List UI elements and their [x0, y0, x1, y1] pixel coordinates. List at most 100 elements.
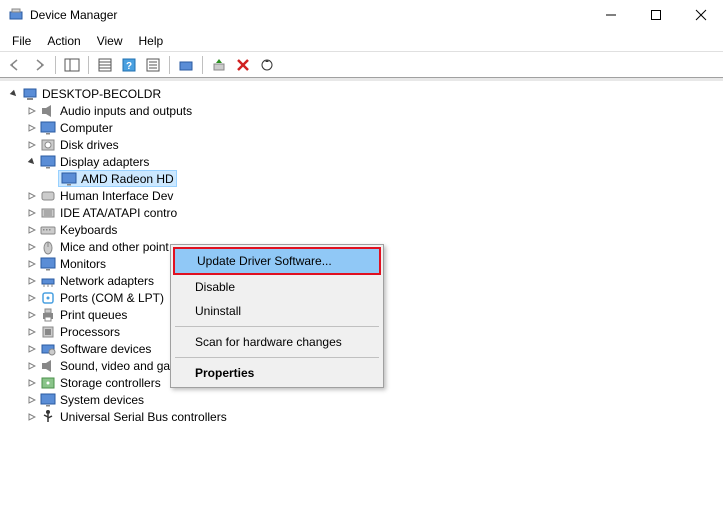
tree-node[interactable]: Keyboards	[8, 221, 723, 238]
chevron-right-icon[interactable]	[26, 190, 38, 202]
tree-node[interactable]: Disk drives	[8, 136, 723, 153]
speaker-icon	[40, 358, 56, 374]
tree-root[interactable]: DESKTOP-BECOLDR	[8, 85, 723, 102]
chevron-right-icon[interactable]	[26, 258, 38, 270]
monitor-icon	[61, 171, 77, 187]
chevron-down-icon[interactable]	[8, 88, 20, 100]
tree-node-label: Human Interface Dev	[60, 189, 173, 203]
monitor-icon	[40, 256, 56, 272]
network-icon	[40, 273, 56, 289]
chevron-right-icon[interactable]	[26, 105, 38, 117]
close-button[interactable]	[678, 0, 723, 30]
computer-icon	[22, 86, 38, 102]
ctx-disable[interactable]: Disable	[173, 275, 381, 299]
storage-icon	[40, 375, 56, 391]
tree-node[interactable]: Computer	[8, 119, 723, 136]
chevron-right-icon[interactable]	[26, 377, 38, 389]
tree-node-label: Print queues	[60, 308, 127, 322]
tree-node-label: Storage controllers	[60, 376, 161, 390]
tree-node[interactable]: Audio inputs and outputs	[8, 102, 723, 119]
context-menu: Update Driver Software... Disable Uninst…	[170, 244, 384, 388]
uninstall-button[interactable]	[232, 54, 254, 76]
chevron-down-icon[interactable]	[26, 156, 38, 168]
tree-node-label: Ports (COM & LPT)	[60, 291, 164, 305]
ctx-separator	[175, 326, 379, 327]
toolbar: ?	[0, 52, 723, 78]
tree-node-label: IDE ATA/ATAPI contro	[60, 206, 177, 220]
tree-node-label: Display adapters	[60, 155, 149, 169]
speaker-icon	[40, 103, 56, 119]
tree-node-label: Keyboards	[60, 223, 117, 237]
port-icon	[40, 290, 56, 306]
chevron-right-icon[interactable]	[26, 275, 38, 287]
chevron-right-icon[interactable]	[26, 394, 38, 406]
ide-icon	[40, 205, 56, 221]
chevron-right-icon[interactable]	[26, 309, 38, 321]
window-title: Device Manager	[30, 8, 588, 22]
tree-node[interactable]: Human Interface Dev	[8, 187, 723, 204]
ctx-update-driver[interactable]: Update Driver Software...	[173, 247, 381, 275]
chevron-right-icon[interactable]	[26, 292, 38, 304]
tree-node-label: Software devices	[60, 342, 151, 356]
tree-node-label: Disk drives	[60, 138, 119, 152]
chevron-right-icon[interactable]	[26, 326, 38, 338]
menu-action[interactable]: Action	[39, 31, 88, 51]
selected-device-label: AMD Radeon HD	[81, 172, 174, 186]
menu-view[interactable]: View	[89, 31, 131, 51]
chevron-right-icon[interactable]	[26, 360, 38, 372]
monitor-icon	[40, 120, 56, 136]
printer-icon	[40, 307, 56, 323]
tree-node[interactable]: Display adapters	[8, 153, 723, 170]
hid-icon	[40, 188, 56, 204]
chevron-right-icon[interactable]	[26, 224, 38, 236]
ctx-scan[interactable]: Scan for hardware changes	[173, 330, 381, 354]
svg-text:?: ?	[126, 61, 132, 72]
software-icon	[40, 341, 56, 357]
ctx-separator	[175, 357, 379, 358]
tree-node[interactable]: IDE ATA/ATAPI contro	[8, 204, 723, 221]
menu-help[interactable]: Help	[131, 31, 172, 51]
maximize-button[interactable]	[633, 0, 678, 30]
disk-icon	[40, 137, 56, 153]
enable-button[interactable]	[208, 54, 230, 76]
toolbar-separator	[55, 56, 56, 74]
monitor-icon	[40, 392, 56, 408]
tree-node-label: Universal Serial Bus controllers	[60, 410, 227, 424]
keyboard-icon	[40, 222, 56, 238]
chevron-right-icon[interactable]	[26, 241, 38, 253]
back-button[interactable]	[4, 54, 26, 76]
minimize-button[interactable]	[588, 0, 633, 30]
help-button[interactable]: ?	[118, 54, 140, 76]
tree-node-label: Mice and other point	[60, 240, 169, 254]
properties-button[interactable]	[142, 54, 164, 76]
tree-node-label: Processors	[60, 325, 120, 339]
chevron-right-icon[interactable]	[26, 411, 38, 423]
tree-node-label: Audio inputs and outputs	[60, 104, 192, 118]
tree-node[interactable]: System devices	[8, 391, 723, 408]
tree-node-label: Network adapters	[60, 274, 154, 288]
tree-node-label: Computer	[60, 121, 113, 135]
tree-leaf-selected[interactable]: AMD Radeon HD	[8, 170, 723, 187]
tree-node[interactable]: Universal Serial Bus controllers	[8, 408, 723, 425]
chevron-right-icon[interactable]	[26, 139, 38, 151]
chevron-right-icon[interactable]	[26, 207, 38, 219]
update-driver-button[interactable]	[175, 54, 197, 76]
toolbar-separator	[88, 56, 89, 74]
device-tree[interactable]: DESKTOP-BECOLDR Audio inputs and outputs…	[0, 81, 723, 511]
title-bar: Device Manager	[0, 0, 723, 30]
forward-button[interactable]	[28, 54, 50, 76]
chevron-right-icon[interactable]	[26, 122, 38, 134]
scan-hardware-button[interactable]	[256, 54, 278, 76]
details-button[interactable]	[94, 54, 116, 76]
tree-node-label: Monitors	[60, 257, 106, 271]
app-icon	[8, 7, 24, 23]
tree-node-label: System devices	[60, 393, 144, 407]
ctx-properties[interactable]: Properties	[173, 361, 381, 385]
usb-icon	[40, 409, 56, 425]
toolbar-separator	[169, 56, 170, 74]
ctx-uninstall[interactable]: Uninstall	[173, 299, 381, 323]
menu-file[interactable]: File	[4, 31, 39, 51]
show-hide-tree-button[interactable]	[61, 54, 83, 76]
cpu-icon	[40, 324, 56, 340]
chevron-right-icon[interactable]	[26, 343, 38, 355]
